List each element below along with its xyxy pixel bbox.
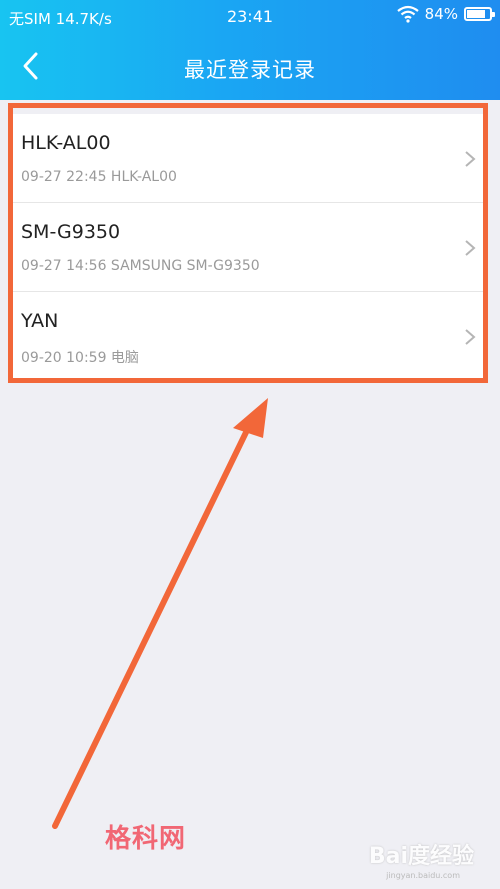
battery-percent: 84% xyxy=(424,5,458,23)
device-name: HLK-AL00 xyxy=(21,132,111,154)
status-bar: 无SIM 14.7K/s 23:41 84% xyxy=(0,0,500,34)
login-detail: 09-27 14:56 SAMSUNG SM-G9350 xyxy=(21,258,260,274)
list-item[interactable]: SM-G9350 09-27 14:56 SAMSUNG SM-G9350 xyxy=(8,203,486,292)
watermark-baidu-jingyan: Bai度经验 xyxy=(368,844,474,869)
device-name: SM-G9350 xyxy=(21,221,121,243)
app-header: 无SIM 14.7K/s 23:41 84% 最近登录记录 xyxy=(0,0,500,100)
login-records-list: HLK-AL00 09-27 22:45 HLK-AL00 SM-G9350 09-2… xyxy=(8,114,486,380)
chevron-right-icon xyxy=(465,329,476,345)
battery-icon xyxy=(464,7,495,21)
wifi-icon xyxy=(396,5,419,23)
login-detail: 09-20 10:59 电脑 xyxy=(21,350,139,366)
status-right: 84% xyxy=(396,5,495,23)
battery-fill xyxy=(467,10,486,18)
page-title: 最近登录记录 xyxy=(184,58,316,82)
chevron-right-icon xyxy=(465,240,476,256)
nav-bar: 最近登录记录 xyxy=(0,34,500,100)
login-detail: 09-27 22:45 HLK-AL00 xyxy=(21,169,177,185)
watermark-gekewang: 格科网 xyxy=(105,824,187,854)
list-item[interactable]: YAN 09-20 10:59 电脑 xyxy=(8,292,486,380)
device-name: YAN xyxy=(21,310,59,332)
list-item[interactable]: HLK-AL00 09-27 22:45 HLK-AL00 xyxy=(8,114,486,203)
watermark-url: jingyan.baidu.com xyxy=(386,871,460,880)
chevron-right-icon xyxy=(465,151,476,167)
